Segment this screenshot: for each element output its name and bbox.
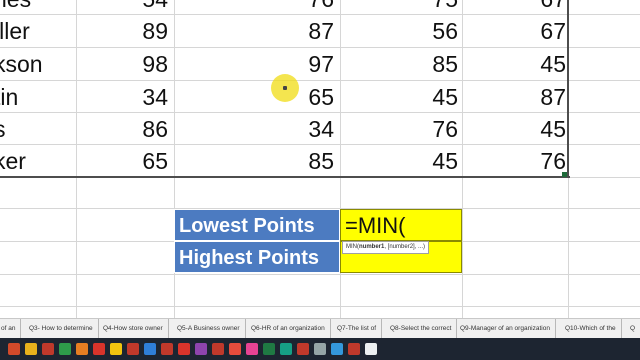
app-orange-icon[interactable] <box>76 343 88 355</box>
score-cell[interactable]: 87 <box>174 15 334 47</box>
tooltip-arg[interactable]: number1 <box>359 244 384 250</box>
app-blue-icon[interactable] <box>144 343 156 355</box>
app-red3-icon[interactable] <box>127 343 139 355</box>
function-tooltip: MIN(number1, [number2], ...) <box>342 241 430 254</box>
score-cell[interactable]: 76 <box>174 0 334 15</box>
app-red5-icon[interactable] <box>178 343 190 355</box>
table-row[interactable]: iller 89 87 56 67 <box>0 15 640 47</box>
sheet-tab[interactable]: Q <box>625 319 640 338</box>
gridline <box>0 274 640 275</box>
table-row[interactable]: s 86 34 76 45 <box>0 113 640 145</box>
score-cell[interactable]: 85 <box>340 48 460 80</box>
student-name-cell[interactable]: ker <box>0 145 70 177</box>
score-cell[interactable]: 98 <box>78 48 170 80</box>
table-row[interactable]: ker 65 85 45 76 <box>0 145 640 177</box>
lowest-points-value-cell[interactable]: =MIN( <box>340 209 462 241</box>
app-red7-icon[interactable] <box>229 343 241 355</box>
sheet-tab[interactable]: Q9-Manager of an organization <box>455 319 556 338</box>
app-red9-icon[interactable] <box>348 343 360 355</box>
tooltip-rest: , [number2], ...) <box>384 244 426 250</box>
sheet-tab[interactable]: Q5-A Business owner <box>172 319 246 338</box>
score-cell[interactable]: 76 <box>340 113 460 145</box>
score-cell[interactable]: 67 <box>462 15 566 47</box>
formula-input[interactable]: =MIN( <box>345 210 406 242</box>
lowest-points-label: Lowest Points <box>174 209 340 241</box>
score-cell[interactable]: 34 <box>174 113 334 145</box>
score-cell[interactable]: 75 <box>340 0 460 15</box>
score-cell[interactable]: 45 <box>340 145 460 177</box>
score-cell[interactable]: 65 <box>174 81 334 113</box>
score-cell[interactable]: 45 <box>462 48 566 80</box>
app-red4-icon[interactable] <box>161 343 173 355</box>
app-pink-icon[interactable] <box>246 343 258 355</box>
score-cell[interactable]: 85 <box>174 145 334 177</box>
score-cell[interactable]: 65 <box>78 145 170 177</box>
score-cell[interactable]: 76 <box>462 145 566 177</box>
student-name-cell[interactable]: tin <box>0 81 70 113</box>
app-red8-icon[interactable] <box>297 343 309 355</box>
table-row[interactable]: tin 34 65 45 87 <box>0 81 640 113</box>
cursor-pointer-icon <box>283 86 287 90</box>
student-name-cell[interactable]: kson <box>0 48 70 80</box>
score-cell[interactable]: 45 <box>462 113 566 145</box>
table-border <box>567 0 569 178</box>
student-name-cell[interactable]: nes <box>0 0 70 15</box>
score-cell[interactable]: 45 <box>340 81 460 113</box>
score-cell[interactable]: 34 <box>78 81 170 113</box>
gridline <box>0 306 640 307</box>
sheet-tab[interactable]: of an <box>0 319 22 338</box>
sheet-tab[interactable]: Q4-How store owner <box>98 319 169 338</box>
windows-taskbar <box>0 338 640 360</box>
app-red2-icon[interactable] <box>93 343 105 355</box>
student-name-cell[interactable]: iller <box>0 15 70 47</box>
sheet-tab[interactable]: Q6-HR of an organization <box>246 319 331 338</box>
app-gray-icon[interactable] <box>314 343 326 355</box>
app-red6-icon[interactable] <box>212 343 224 355</box>
score-cell[interactable]: 89 <box>78 15 170 47</box>
score-cell[interactable]: 54 <box>78 0 170 15</box>
cursor-highlight-icon <box>271 74 299 102</box>
table-border <box>0 176 570 178</box>
score-cell[interactable]: 67 <box>462 0 566 15</box>
app-teal-icon[interactable] <box>280 343 292 355</box>
sheet-tab[interactable]: Q7-The list of <box>332 319 383 338</box>
sheet-tab[interactable]: Q3- How to determine <box>24 319 99 338</box>
score-cell[interactable]: 97 <box>174 48 334 80</box>
score-cell[interactable]: 56 <box>340 15 460 47</box>
excel-icon[interactable] <box>263 343 275 355</box>
app-green-icon[interactable] <box>59 343 71 355</box>
app-white-icon[interactable] <box>365 343 377 355</box>
table-row[interactable]: kson 98 97 85 45 <box>0 48 640 80</box>
student-name-cell[interactable]: s <box>0 113 70 145</box>
highest-points-label: Highest Points <box>174 241 340 273</box>
score-cell[interactable]: 86 <box>78 113 170 145</box>
chrome-icon[interactable] <box>25 343 37 355</box>
table-row[interactable]: nes 54 76 75 67 <box>0 0 640 15</box>
fill-handle[interactable] <box>562 172 567 177</box>
tooltip-fn: MIN( <box>346 244 359 250</box>
app-purple-icon[interactable] <box>195 343 207 355</box>
app-red-icon[interactable] <box>42 343 54 355</box>
app-yellow-icon[interactable] <box>110 343 122 355</box>
sheet-tab-bar: of an Q3- How to determine Q4-How store … <box>0 318 640 338</box>
spreadsheet-grid[interactable]: nes 54 76 75 67 iller 89 87 56 67 kson 9… <box>0 0 640 318</box>
start-icon[interactable] <box>8 343 20 355</box>
app-blue2-icon[interactable] <box>331 343 343 355</box>
sheet-tab[interactable]: Q8-Select the correct <box>385 319 458 338</box>
sheet-tab[interactable]: Q10-Which of the <box>560 319 622 338</box>
score-cell[interactable]: 87 <box>462 81 566 113</box>
